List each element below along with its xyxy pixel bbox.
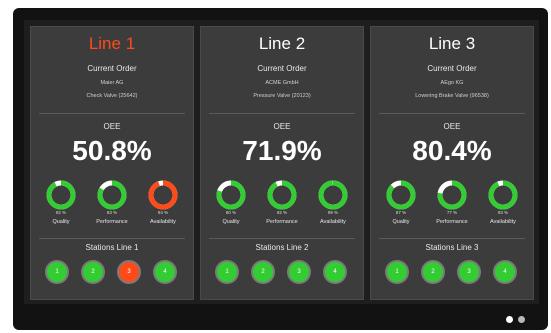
availability-gauge: 94 % Availability [143, 179, 183, 227]
divider [209, 113, 355, 114]
stations-title: Stations Line 2 [255, 243, 309, 252]
station-button-1[interactable]: 1 [215, 260, 239, 284]
gauge-label: Availability [490, 219, 516, 225]
quality-gauge: 87 % Quality [381, 179, 421, 227]
availability-gauge: 99 % Availability [313, 179, 353, 227]
current-order-label: Current Order [257, 64, 307, 73]
gauge-percent: 93 % [497, 210, 509, 215]
station-button-3[interactable]: 3 [457, 260, 481, 284]
divider [379, 238, 525, 239]
divider [39, 113, 185, 114]
line-title: Line 1 [88, 34, 136, 53]
station-button-1[interactable]: 1 [385, 260, 409, 284]
order-product: Pressure Valve (20123) [253, 93, 311, 99]
availability-gauge: 93 % Availability [483, 179, 523, 227]
oee-value: 50.8% [72, 135, 152, 166]
station-button-2[interactable]: 2 [421, 260, 445, 284]
gauge-ring [46, 180, 76, 210]
station-button-1[interactable]: 1 [45, 260, 69, 284]
gauge-ring [318, 180, 348, 210]
station-button-4[interactable]: 4 [493, 260, 517, 284]
gauge-percent: 94 % [157, 210, 169, 215]
station-button-4[interactable]: 4 [153, 260, 177, 284]
performance-gauge: 77 % Performance [432, 179, 472, 227]
gauge-ring [488, 180, 518, 210]
gauge-label: Quality [392, 219, 410, 225]
dashboard-screen: Line 1 Current Order Maier AG Check Valv… [24, 20, 539, 304]
station-button-4[interactable]: 4 [323, 260, 347, 284]
order-product: Lowering Brake Valve (96538) [415, 93, 489, 99]
gauge-percent: 92 % [55, 210, 67, 215]
divider [39, 238, 185, 239]
oee-value: 71.9% [242, 135, 322, 166]
page-dot-1[interactable] [506, 316, 513, 323]
current-order-label: Current Order [87, 64, 137, 73]
order-customer: AEgo KG [440, 80, 464, 86]
gauge-label: Performance [436, 219, 468, 225]
gauge-ring [216, 180, 246, 210]
gauge-ring [386, 180, 416, 210]
station-button-2[interactable]: 2 [251, 260, 275, 284]
order-customer: Maier AG [100, 80, 124, 86]
gauge-label: Availability [320, 219, 346, 225]
quality-gauge: 80 % Quality [211, 179, 251, 227]
gauge-percent: 99 % [327, 210, 339, 215]
gauge-percent: 77 % [446, 210, 458, 215]
quality-gauge: 92 % Quality [41, 179, 81, 227]
gauge-percent: 80 % [225, 210, 237, 215]
current-order-label: Current Order [427, 64, 477, 73]
station-button-3[interactable]: 3 [287, 260, 311, 284]
gauge-ring [97, 180, 127, 210]
order-customer: ACME GmbH [265, 80, 299, 86]
oee-label: OEE [103, 122, 121, 131]
station-button-3[interactable]: 3 [117, 260, 141, 284]
line-panel-2: Line 2 Current Order ACME GmbH Pressure … [200, 26, 364, 300]
performance-gauge: 83 % Performance [92, 179, 132, 227]
divider [379, 113, 525, 114]
order-product: Check Valve (25642) [86, 93, 138, 99]
line-title: Line 3 [428, 34, 476, 53]
performance-gauge: 92 % Performance [262, 179, 302, 227]
stations-title: Stations Line 3 [425, 243, 479, 252]
line-panel-1: Line 1 Current Order Maier AG Check Valv… [30, 26, 194, 300]
gauge-ring [148, 180, 178, 210]
oee-label: OEE [443, 122, 461, 131]
line-title: Line 2 [258, 34, 306, 53]
gauge-label: Performance [266, 219, 298, 225]
page-dot-2[interactable] [518, 316, 525, 323]
line-panel-3: Line 3 Current Order AEgo KG Lowering Br… [370, 26, 534, 300]
stations-title: Stations Line 1 [85, 243, 139, 252]
gauge-label: Quality [222, 219, 240, 225]
oee-label: OEE [273, 122, 291, 131]
gauge-label: Quality [52, 219, 70, 225]
gauge-ring [267, 180, 297, 210]
gauge-percent: 83 % [106, 210, 118, 215]
station-button-2[interactable]: 2 [81, 260, 105, 284]
divider [209, 238, 355, 239]
gauge-ring [437, 180, 467, 210]
page-indicator [506, 316, 536, 324]
oee-value: 80.4% [412, 135, 492, 166]
gauge-percent: 92 % [276, 210, 288, 215]
gauge-label: Availability [150, 219, 176, 225]
gauge-percent: 87 % [395, 210, 407, 215]
gauge-label: Performance [96, 219, 128, 225]
